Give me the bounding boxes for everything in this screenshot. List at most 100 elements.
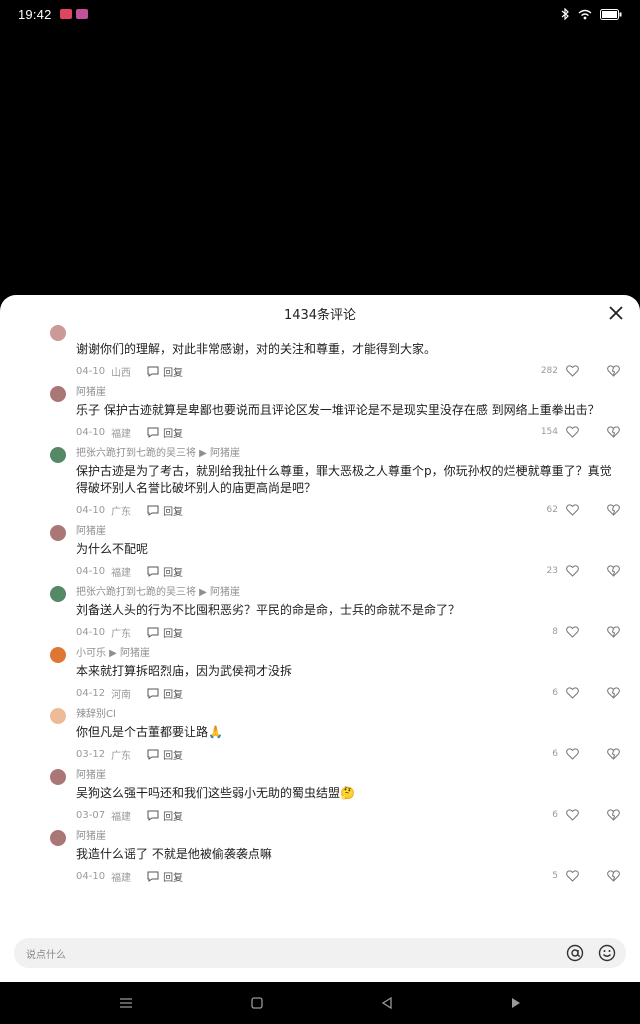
dislike-heart-icon[interactable] (607, 565, 620, 577)
like-heart-icon[interactable] (566, 365, 579, 377)
home-icon[interactable] (251, 997, 263, 1009)
comment-input[interactable]: 说点什么 (14, 938, 626, 968)
comment-meta: 03-07 福建 回复 6 (76, 802, 620, 828)
back-icon[interactable] (381, 997, 393, 1009)
comment-text: 本来就打算拆昭烈庙，因为武侯祠才没拆 (76, 664, 293, 678)
comment-date: 04-10 (76, 426, 106, 438)
like-count: 6 (552, 749, 558, 759)
comment-item[interactable]: 阿猪崖 我造什么谣了 不就是他被偷袭袭点嘛 04-10 福建 回复 5 (0, 828, 640, 889)
like-count: 5 (552, 871, 558, 881)
comment-item[interactable]: 辣辞别Cl 你但凡是个古董都要让路🙏 03-12 广东 回复 6 (0, 706, 640, 767)
dislike-heart-icon[interactable] (607, 870, 620, 882)
comment-text: 谢谢你们的理解，对此非常感谢，对的关注和尊重，才能得到大家。 (76, 342, 437, 356)
comment-author[interactable]: 阿猪崖 (76, 523, 620, 541)
comment-item[interactable]: 小可乐 ▶ 阿猪崖 本来就打算拆昭烈庙，因为武侯祠才没拆 04-12 河南 回复… (0, 645, 640, 706)
reply-button[interactable]: 回复 (147, 869, 183, 884)
comment-region: 广东 (111, 628, 132, 640)
like-heart-icon[interactable] (566, 809, 579, 821)
comment-region: 福建 (111, 428, 132, 440)
comment-text: 我造什么谣了 不就是他被偷袭袭点嘛 (76, 847, 272, 861)
comment-author[interactable]: 辣辞别Cl (76, 706, 620, 724)
comment-author[interactable]: 把张六跪打到七跪的吴三将 ▶ 阿猪崖 (76, 445, 620, 463)
like-count: 282 (540, 366, 558, 376)
comment-item[interactable]: 把张六跪打到七跪的吴三将 ▶ 阿猪崖 刘备送人头的行为不比囤积恶劣？平民的命是命… (0, 584, 640, 645)
reply-button[interactable]: 回复 (147, 364, 183, 379)
comments-sheet: 1434条评论 谢谢你们的理解，对此非常感谢，对的关注和尊重，才能得到大家。 0… (0, 295, 640, 982)
comment-author[interactable]: 阿猪崖 (76, 384, 620, 402)
comment-item[interactable]: 谢谢你们的理解，对此非常感谢，对的关注和尊重，才能得到大家。 04-10 山西 … (0, 323, 640, 384)
like-count: 23 (546, 566, 558, 576)
avatar[interactable] (50, 769, 66, 785)
dislike-heart-icon[interactable] (607, 748, 620, 760)
menu-icon[interactable] (119, 997, 133, 1009)
comment-meta: 04-10 福建 回复 5 (76, 863, 620, 889)
like-heart-icon[interactable] (566, 748, 579, 760)
dislike-heart-icon[interactable] (607, 426, 620, 438)
system-nav-bar (0, 982, 640, 1024)
comment-region: 山西 (111, 367, 132, 379)
comment-date: 03-12 (76, 748, 106, 760)
avatar[interactable] (50, 708, 66, 724)
reply-icon (147, 427, 159, 438)
comment-meta: 04-10 广东 回复 62 (76, 497, 620, 523)
comment-item[interactable]: 阿猪崖 吴狗这么强干吗还和我们这些弱小无助的蜀虫结盟🤔 03-07 福建 回复 … (0, 767, 640, 828)
close-icon[interactable] (606, 303, 626, 323)
dislike-heart-icon[interactable] (607, 809, 620, 821)
mention-icon[interactable] (566, 944, 584, 962)
avatar[interactable] (50, 830, 66, 846)
avatar[interactable] (50, 525, 66, 541)
avatar[interactable] (50, 586, 66, 602)
comment-input-placeholder: 说点什么 (26, 949, 66, 961)
comments-title: 1434条评论 (283, 307, 357, 323)
comment-author[interactable]: 小可乐 ▶ 阿猪崖 (76, 645, 620, 663)
comment-date: 04-12 (76, 687, 106, 699)
like-heart-icon[interactable] (566, 504, 579, 516)
battery-icon (600, 8, 622, 20)
reply-label: 回复 (163, 872, 184, 884)
comment-meta: 04-10 福建 回复 23 (76, 558, 620, 584)
reply-button[interactable]: 回复 (147, 686, 183, 701)
comment-author[interactable]: 阿猪崖 (76, 828, 620, 846)
avatar[interactable] (50, 386, 66, 402)
comment-author[interactable]: 阿猪崖 (76, 767, 620, 785)
reply-button[interactable]: 回复 (147, 425, 183, 440)
comment-region: 福建 (111, 872, 132, 884)
avatar[interactable] (50, 325, 66, 341)
emoji-icon[interactable] (598, 944, 616, 962)
like-heart-icon[interactable] (566, 426, 579, 438)
dislike-heart-icon[interactable] (607, 687, 620, 699)
comment-list[interactable]: 谢谢你们的理解，对此非常感谢，对的关注和尊重，才能得到大家。 04-10 山西 … (0, 323, 640, 933)
comment-meta: 03-12 广东 回复 6 (76, 741, 620, 767)
like-count: 8 (552, 627, 558, 637)
reply-icon (147, 810, 159, 821)
reply-label: 回复 (163, 628, 184, 640)
like-heart-icon[interactable] (566, 870, 579, 882)
notification-icon (75, 9, 88, 19)
play-icon[interactable] (511, 997, 521, 1009)
reply-button[interactable]: 回复 (147, 808, 183, 823)
like-heart-icon[interactable] (566, 626, 579, 638)
comment-meta: 04-10 山西 回复 282 (76, 358, 620, 384)
like-heart-icon[interactable] (566, 687, 579, 699)
comment-date: 04-10 (76, 626, 106, 638)
like-heart-icon[interactable] (566, 565, 579, 577)
comment-item[interactable]: 把张六跪打到七跪的吴三将 ▶ 阿猪崖 保护古迹是为了考古，就别给我扯什么尊重，罪… (0, 445, 640, 523)
comment-author[interactable] (76, 323, 620, 341)
reply-button[interactable]: 回复 (147, 564, 183, 579)
reply-button[interactable]: 回复 (147, 747, 183, 762)
reply-icon (147, 366, 159, 377)
avatar[interactable] (50, 447, 66, 463)
comment-author[interactable]: 把张六跪打到七跪的吴三将 ▶ 阿猪崖 (76, 584, 620, 602)
comment-item[interactable]: 阿猪崖 乐子 保护古迹就算是卑鄙也要说而且评论区发一堆评论是不是现实里没存在感 … (0, 384, 640, 445)
reply-label: 回复 (163, 428, 184, 440)
status-icons (561, 8, 622, 20)
status-bar: 19:42 (0, 0, 640, 28)
reply-button[interactable]: 回复 (147, 625, 183, 640)
dislike-heart-icon[interactable] (607, 365, 620, 377)
comment-date: 03-07 (76, 809, 106, 821)
dislike-heart-icon[interactable] (607, 626, 620, 638)
avatar[interactable] (50, 647, 66, 663)
reply-button[interactable]: 回复 (147, 503, 183, 518)
comment-item[interactable]: 阿猪崖 为什么不配呢 04-10 福建 回复 23 (0, 523, 640, 584)
dislike-heart-icon[interactable] (607, 504, 620, 516)
